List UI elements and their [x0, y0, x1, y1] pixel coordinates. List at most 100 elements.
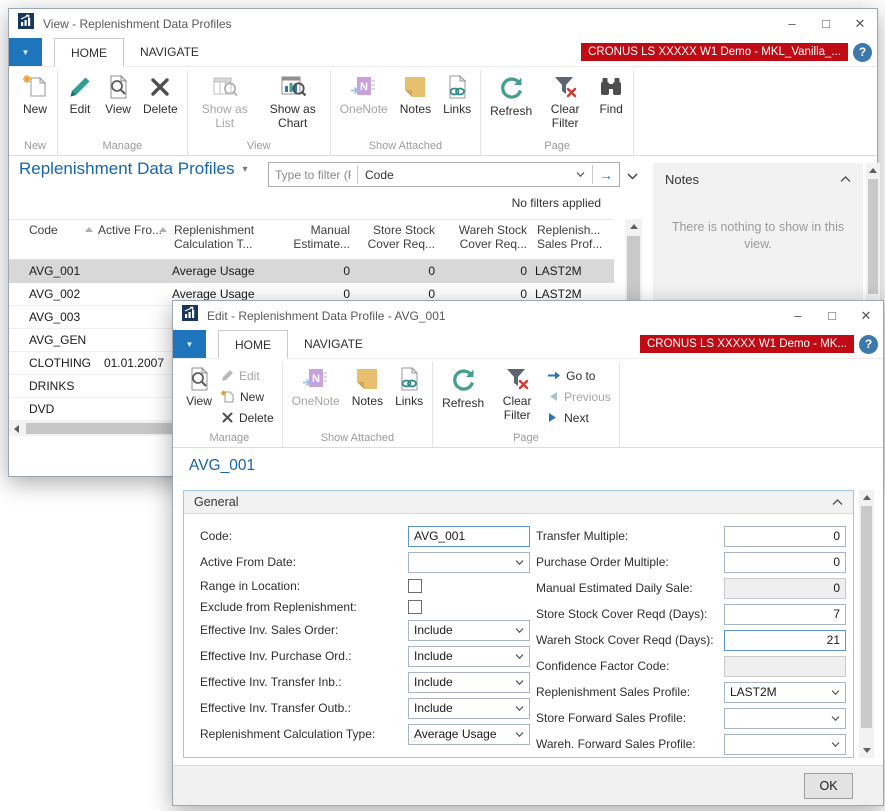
tab-home[interactable]: HOME: [54, 38, 124, 67]
find-button[interactable]: Find: [592, 70, 630, 117]
tab-navigate[interactable]: NAVIGATE: [124, 38, 215, 66]
col-header-active-from[interactable]: Active Fro...: [96, 220, 172, 259]
wareh-stock-cover-reqd-field[interactable]: [724, 630, 846, 651]
new-button[interactable]: New: [16, 70, 54, 117]
help-icon[interactable]: ?: [853, 43, 872, 62]
delete-button[interactable]: Delete: [221, 407, 274, 428]
ribbon: New New Edit View Delete Manag: [9, 67, 877, 156]
group-label-view: View: [191, 139, 327, 155]
group-label-page: Page: [484, 139, 630, 155]
code-field[interactable]: [408, 526, 530, 547]
collapse-chevron-icon[interactable]: [832, 499, 843, 506]
arrow-right-icon: [547, 370, 561, 381]
col-header-code[interactable]: Code: [21, 220, 96, 259]
active-from-date-select[interactable]: [408, 552, 530, 573]
ribbon: View Edit New Delete: [173, 359, 883, 448]
view-button[interactable]: View: [180, 362, 218, 409]
notes-button[interactable]: Notes: [394, 70, 437, 117]
code-label: Code:: [200, 529, 408, 543]
refresh-button[interactable]: Refresh: [484, 70, 538, 119]
links-button[interactable]: Links: [437, 70, 477, 117]
company-badge: CRONUS LS XXXXX W1 Demo - MK...: [640, 335, 854, 353]
maximize-icon[interactable]: □: [815, 301, 849, 330]
wareh-forward-sales-profile-select[interactable]: [724, 734, 846, 755]
ribbon-group-manage: View Edit New Delete: [177, 362, 283, 447]
effective-inv-transfer-inb-select[interactable]: Include: [408, 672, 530, 693]
effective-inv-purchase-ord-select[interactable]: Include: [408, 646, 530, 667]
close-icon[interactable]: ✕: [843, 9, 877, 38]
edit-button[interactable]: Edit: [61, 70, 99, 117]
refresh-button[interactable]: Refresh: [436, 362, 490, 411]
replenishment-calc-type-select[interactable]: Average Usage: [408, 724, 530, 745]
scrollbar-thumb[interactable]: [868, 179, 878, 294]
manual-estimated-daily-sale-field: [724, 578, 846, 599]
group-label-new: New: [16, 139, 54, 155]
links-button[interactable]: Links: [389, 362, 429, 409]
ok-button[interactable]: OK: [804, 773, 853, 799]
effective-inv-transfer-outb-select[interactable]: Include: [408, 698, 530, 719]
filter-column-selector[interactable]: Code: [358, 168, 592, 182]
effective-inv-sales-order-label: Effective Inv. Sales Order:: [200, 623, 408, 637]
go-to-button[interactable]: Go to: [547, 365, 611, 386]
replenishment-sales-profile-select[interactable]: LAST2M: [724, 682, 846, 703]
store-stock-cover-reqd-field[interactable]: [724, 604, 846, 625]
scrollbar-thumb[interactable]: [861, 506, 872, 728]
scroll-up-icon[interactable]: [625, 219, 642, 234]
close-icon[interactable]: ✕: [849, 301, 883, 330]
clear-filter-button[interactable]: Clear Filter: [538, 70, 592, 130]
tab-navigate[interactable]: NAVIGATE: [288, 330, 379, 358]
chevron-down-icon: [515, 706, 524, 711]
delete-button[interactable]: Delete: [137, 70, 184, 117]
effective-inv-transfer-inb-label: Effective Inv. Transfer Inb.:: [200, 675, 408, 689]
filter-input[interactable]: [269, 164, 357, 185]
expand-filter-chevron-icon[interactable]: [627, 167, 638, 185]
effective-inv-sales-order-select[interactable]: Include: [408, 620, 530, 641]
window-title: View - Replenishment Data Profiles: [43, 17, 232, 31]
chevron-down-icon: [576, 172, 585, 177]
col-header-manual-estimate[interactable]: Manual Estimate...: [288, 220, 358, 259]
new-button[interactable]: New: [221, 386, 274, 407]
page-title-caret-icon[interactable]: ▾: [242, 164, 247, 175]
scroll-up-icon[interactable]: [866, 163, 880, 178]
transfer-multiple-field[interactable]: [724, 526, 846, 547]
col-header-sales-profile[interactable]: Replenish... Sales Prof...: [535, 220, 614, 259]
application-menu-button[interactable]: ▼: [173, 330, 206, 358]
scroll-down-icon[interactable]: [859, 743, 874, 758]
application-menu-button[interactable]: ▼: [9, 38, 42, 66]
titlebar[interactable]: View - Replenishment Data Profiles – □ ✕: [9, 9, 877, 38]
titlebar[interactable]: Edit - Replenishment Data Profile - AVG_…: [173, 301, 883, 330]
apply-filter-arrow-icon[interactable]: →: [593, 167, 619, 183]
chevron-down-icon: [831, 742, 840, 747]
ribbon-group-view: Show as List Show as Chart View: [188, 70, 331, 155]
minimize-icon[interactable]: –: [775, 9, 809, 38]
effective-inv-purchase-ord-label: Effective Inv. Purchase Ord.:: [200, 649, 408, 663]
minimize-icon[interactable]: –: [781, 301, 815, 330]
col-header-calc-type[interactable]: Replenishment Calculation T...: [172, 220, 288, 259]
arrow-left-icon: [547, 391, 559, 402]
store-forward-sales-profile-label: Store Forward Sales Profile:: [536, 711, 724, 725]
scroll-up-icon[interactable]: [859, 490, 874, 505]
store-forward-sales-profile-select[interactable]: [724, 708, 846, 729]
general-fasttab-header[interactable]: General: [184, 491, 853, 514]
view-button[interactable]: View: [99, 70, 137, 117]
show-as-chart-button[interactable]: Show as Chart: [259, 70, 327, 130]
col-header-wareh-cover[interactable]: Wareh Stock Cover Req...: [443, 220, 535, 259]
maximize-icon[interactable]: □: [809, 9, 843, 38]
form-vertical-scrollbar[interactable]: [859, 490, 874, 758]
notes-button[interactable]: Notes: [346, 362, 389, 409]
clear-filter-button[interactable]: Clear Filter: [490, 362, 544, 422]
purchase-order-multiple-field[interactable]: [724, 552, 846, 573]
range-in-location-checkbox[interactable]: [408, 579, 422, 593]
help-icon[interactable]: ?: [859, 335, 878, 354]
company-badge: CRONUS LS XXXXX W1 Demo - MKL_Vanilla_..…: [581, 43, 848, 61]
scroll-left-icon[interactable]: [9, 421, 24, 436]
exclude-from-replenishment-checkbox[interactable]: [408, 600, 422, 614]
sort-arrow-icon: [85, 227, 93, 232]
tab-home[interactable]: HOME: [218, 330, 288, 359]
col-header-store-cover[interactable]: Store Stock Cover Req...: [358, 220, 443, 259]
table-row[interactable]: AVG_001 Average Usage 0 0 0 LAST2M: [9, 260, 614, 283]
manual-estimated-daily-sale-label: Manual Estimated Daily Sale:: [536, 581, 724, 595]
next-button[interactable]: Next: [547, 407, 611, 428]
collapse-chevron-icon[interactable]: [840, 176, 851, 183]
page-title: Replenishment Data Profiles: [19, 159, 234, 179]
